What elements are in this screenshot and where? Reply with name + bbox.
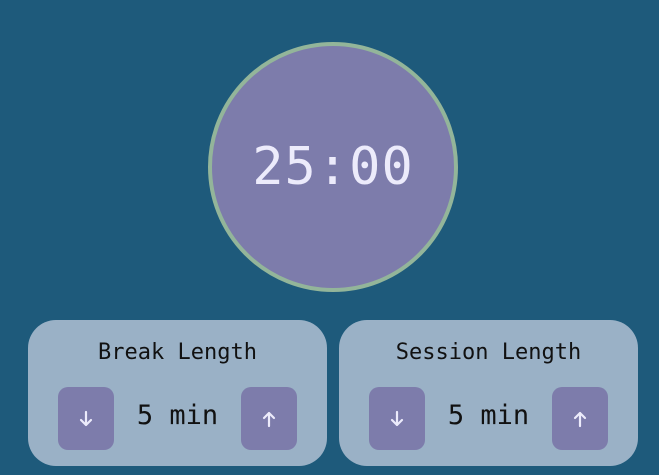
break-decrement-button[interactable] xyxy=(58,387,114,450)
break-length-panel: Break Length 5 min xyxy=(28,320,327,466)
session-decrement-button[interactable] xyxy=(369,387,425,450)
session-length-value: 5 min xyxy=(447,400,530,431)
arrow-up-icon xyxy=(573,411,587,427)
session-increment-button[interactable] xyxy=(552,387,608,450)
arrow-up-icon xyxy=(262,411,276,427)
session-length-panel: Session Length 5 min xyxy=(339,320,638,466)
session-length-title: Session Length xyxy=(395,340,582,365)
break-length-value: 5 min xyxy=(136,400,219,431)
break-increment-button[interactable] xyxy=(241,387,297,450)
arrow-down-icon xyxy=(390,410,404,426)
timer-display: 25:00 xyxy=(252,137,414,197)
timer-circle: 25:00 xyxy=(208,42,458,292)
arrow-down-icon xyxy=(79,410,93,426)
break-length-title: Break Length xyxy=(98,340,257,365)
